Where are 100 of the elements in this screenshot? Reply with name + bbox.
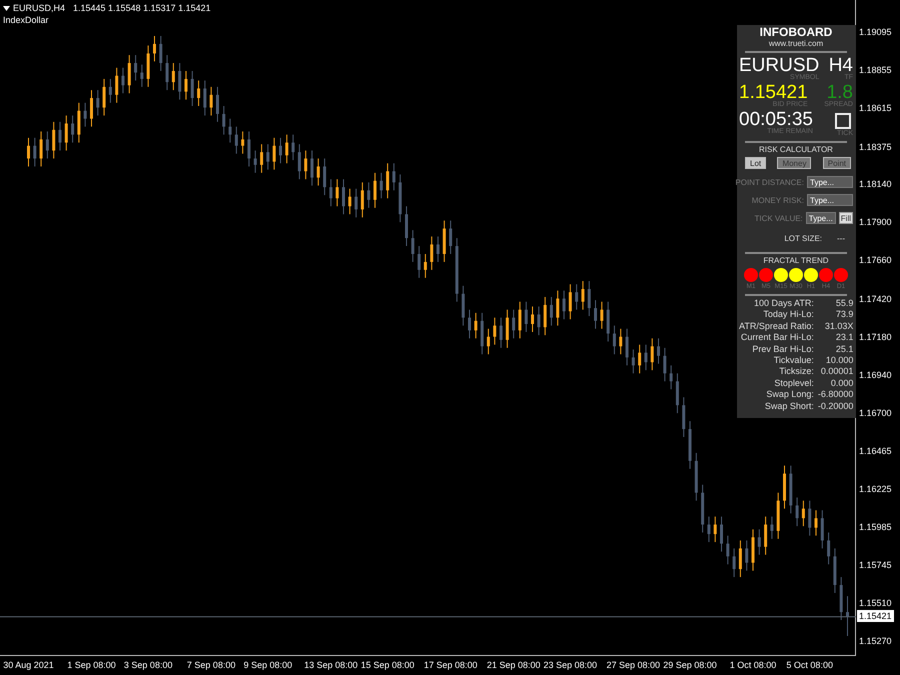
stat-value: 55.9 xyxy=(834,298,854,310)
candlestick xyxy=(33,137,36,167)
candlestick xyxy=(71,115,74,144)
candlestick xyxy=(707,516,710,543)
candlestick xyxy=(323,158,326,196)
candlestick xyxy=(714,516,717,543)
indicator-name: IndexDollar xyxy=(3,14,50,26)
candlestick xyxy=(336,178,339,207)
tick-checkbox[interactable] xyxy=(835,113,851,129)
candlestick xyxy=(474,312,478,339)
stat-value: 10.000 xyxy=(824,355,854,366)
candlestick xyxy=(632,348,635,374)
time-label: 3 Sep 08:00 xyxy=(124,659,172,672)
candlestick xyxy=(153,35,156,62)
candlestick xyxy=(720,516,723,552)
price-label: 1.15745 xyxy=(859,559,892,572)
stat-value: -6.80000 xyxy=(818,389,854,401)
stat-label: Current Bar Hi-Lo: xyxy=(740,332,814,344)
candlestick xyxy=(203,80,206,116)
candlestick xyxy=(518,301,522,339)
candlestick xyxy=(814,510,818,536)
candlestick xyxy=(285,134,288,164)
candlestick xyxy=(90,90,93,128)
candlestick xyxy=(77,102,80,144)
time-label: 9 Sep 08:00 xyxy=(244,659,292,672)
candlestick xyxy=(808,500,812,536)
input-field[interactable]: Type... xyxy=(807,194,853,206)
candlestick xyxy=(568,284,572,320)
candlestick xyxy=(462,285,465,326)
candlestick xyxy=(115,67,118,104)
price-label: 1.16700 xyxy=(859,407,892,420)
candlestick xyxy=(500,317,502,348)
fill-button[interactable]: Fill xyxy=(838,212,853,224)
fractal-trend-title: FRACTAL TREND xyxy=(762,256,830,266)
bid-price-value: 1.15421 xyxy=(739,82,808,103)
candlestick xyxy=(827,532,830,565)
timeframe-value: H4 xyxy=(828,55,853,76)
stat-value: 23.1 xyxy=(834,332,854,344)
lot-size-value: --- xyxy=(837,234,845,242)
candlestick xyxy=(360,182,364,218)
stat-value: 73.9 xyxy=(834,309,854,321)
price-label: 1.18615 xyxy=(859,102,892,114)
candlestick xyxy=(367,182,370,208)
candlestick xyxy=(304,150,308,180)
time-label: 17 Sep 08:00 xyxy=(424,659,478,672)
candlestick xyxy=(670,364,673,390)
candlestick xyxy=(380,172,383,199)
candlestick xyxy=(544,296,547,336)
mode-button[interactable]: Lot xyxy=(745,157,766,169)
candlestick xyxy=(241,130,244,154)
time-label: 23 Sep 08:00 xyxy=(544,659,598,672)
stat-value: -0.20000 xyxy=(818,400,854,412)
time-label: 30 Aug 2021 xyxy=(3,659,54,672)
stat-value: 25.1 xyxy=(834,344,854,356)
candlestick xyxy=(84,102,87,128)
candlestick xyxy=(108,78,112,104)
candlestick xyxy=(594,300,597,330)
candlestick xyxy=(588,280,591,317)
candlestick xyxy=(266,144,270,170)
candlestick xyxy=(650,338,654,371)
candlestick xyxy=(178,62,182,100)
candlestick xyxy=(197,80,200,106)
candlestick xyxy=(738,540,742,578)
candlestick xyxy=(550,296,553,326)
risk-calculator-title: RISK CALCULATOR xyxy=(758,145,834,155)
candlestick xyxy=(102,78,106,116)
candlestick xyxy=(644,344,648,371)
field-label: TICK VALUE: xyxy=(754,214,803,222)
stat-label: Swap Long: xyxy=(765,389,814,401)
candlestick xyxy=(354,188,358,218)
candlestick xyxy=(512,309,516,339)
candlestick xyxy=(128,54,131,94)
candlestick xyxy=(96,90,100,116)
candlestick xyxy=(310,150,314,186)
candlestick xyxy=(436,236,440,262)
candlestick xyxy=(64,115,68,152)
time-label: 1 Oct 08:00 xyxy=(730,659,776,672)
candlestick xyxy=(316,158,320,186)
candlestick xyxy=(619,328,622,355)
candlestick xyxy=(626,328,628,366)
candlestick xyxy=(392,162,396,191)
dropdown-triangle-icon[interactable] xyxy=(3,6,10,10)
candlestick xyxy=(342,178,345,215)
time-label: 29 Sep 08:00 xyxy=(663,659,717,672)
candlestick xyxy=(190,70,194,106)
candlestick xyxy=(663,347,666,382)
price-label: 1.17900 xyxy=(859,216,892,228)
candlestick xyxy=(210,86,213,116)
candlestick xyxy=(676,372,679,414)
candlestick xyxy=(506,309,509,348)
stat-label: Tickvalue: xyxy=(772,355,814,366)
candlestick xyxy=(122,67,124,94)
price-label: 1.15985 xyxy=(859,520,892,533)
input-field[interactable]: Type... xyxy=(806,212,836,224)
price-label: 1.17180 xyxy=(859,330,892,343)
candlestick xyxy=(820,510,824,549)
candlestick xyxy=(802,500,805,527)
time-remain-value: 00:05:35 xyxy=(739,109,813,130)
input-field[interactable]: Type... xyxy=(807,176,853,188)
field-label: MONEY RISK: xyxy=(752,196,804,204)
